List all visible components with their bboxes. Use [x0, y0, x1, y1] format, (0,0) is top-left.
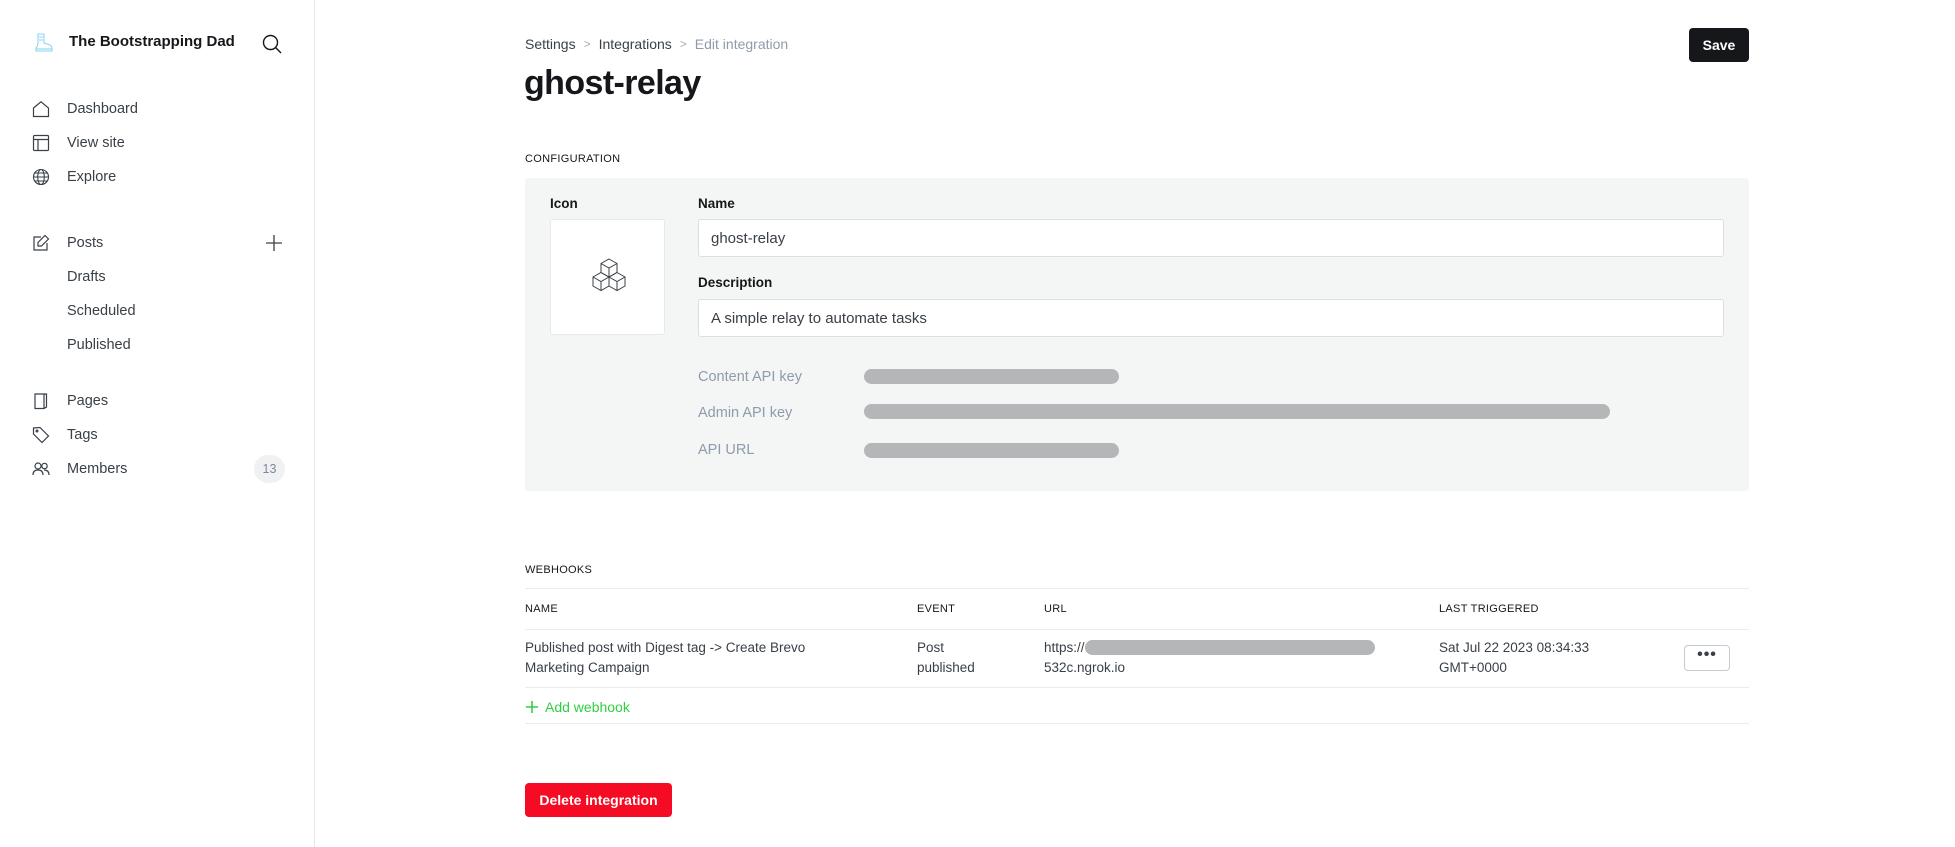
sidebar-item-pages[interactable]: Pages	[32, 387, 287, 415]
description-input[interactable]	[698, 299, 1724, 337]
admin-api-key-label: Admin API key	[698, 405, 793, 421]
name-label: Name	[698, 196, 735, 211]
divider	[525, 723, 1749, 724]
column-header-last-triggered: LAST TRIGGERED	[1439, 603, 1539, 615]
sidebar-item-label: View site	[67, 135, 125, 151]
divider	[525, 629, 1749, 630]
api-url-label: API URL	[698, 442, 755, 458]
admin-api-key-value-redacted[interactable]	[864, 404, 1610, 419]
sidebar-item-label: Explore	[67, 169, 117, 185]
add-webhook-link[interactable]: Add webhook	[525, 696, 630, 718]
column-header-event: EVENT	[917, 603, 956, 615]
sidebar-item-label: Drafts	[67, 269, 106, 285]
breadcrumb-current: Edit integration	[694, 36, 789, 52]
divider	[525, 588, 1749, 589]
page-icon	[34, 393, 48, 410]
tag-icon	[32, 426, 50, 444]
search-icon[interactable]	[261, 33, 283, 55]
plus-icon	[526, 701, 538, 713]
divider	[525, 687, 1749, 688]
sidebar-item-label: Posts	[67, 235, 104, 251]
members-icon	[32, 462, 50, 476]
url-redacted	[1084, 640, 1375, 655]
icon-label: Icon	[550, 196, 578, 211]
sidebar-item-scheduled[interactable]: Scheduled	[32, 297, 287, 325]
integration-icon-upload[interactable]	[550, 219, 665, 335]
content-api-key-value-redacted[interactable]	[864, 369, 1119, 384]
sidebar-item-tags[interactable]: Tags	[32, 421, 287, 449]
sidebar-item-view-site[interactable]: View site	[32, 129, 287, 157]
plus-icon[interactable]	[264, 233, 284, 253]
edit-icon	[33, 234, 50, 251]
sidebar-item-label: Published	[67, 337, 131, 353]
cubes-icon	[592, 258, 626, 292]
sidebar-item-drafts[interactable]: Drafts	[32, 263, 287, 291]
sidebar-item-label: Members	[67, 461, 128, 477]
name-input[interactable]	[698, 219, 1724, 257]
breadcrumb-settings[interactable]: Settings	[525, 36, 576, 52]
members-count-badge: 13	[254, 455, 285, 483]
webhook-event: Post published	[917, 640, 975, 675]
brand[interactable]: The Bootstrapping Dad	[32, 32, 235, 54]
breadcrumb-integrations[interactable]: Integrations	[599, 36, 672, 52]
save-button[interactable]: Save	[1689, 28, 1749, 62]
sidebar-item-label: Scheduled	[67, 303, 136, 319]
sidebar-item-label: Tags	[67, 427, 98, 443]
webhook-last-triggered: Sat Jul 22 2023 08:34:33 GMT+0000	[1439, 640, 1590, 675]
sidebar-item-posts[interactable]: Posts	[32, 229, 252, 257]
chevron-right-icon: >	[583, 37, 591, 51]
more-horizontal-icon: •••	[1697, 646, 1717, 663]
chevron-right-icon: >	[679, 37, 687, 51]
sidebar-item-explore[interactable]: Explore	[32, 163, 287, 191]
webhook-actions-button[interactable]: •••	[1684, 645, 1730, 671]
content-api-key-label: Content API key	[698, 369, 802, 385]
sidebar-item-label: Dashboard	[67, 101, 138, 117]
breadcrumb: Settings > Integrations > Edit integrati…	[525, 36, 788, 52]
configuration-panel: Icon Name Description Content API key Ad…	[525, 178, 1749, 491]
layout-icon	[32, 134, 50, 152]
home-icon	[32, 101, 50, 118]
sidebar-item-label: Pages	[67, 393, 109, 409]
configuration-heading: CONFIGURATION	[525, 153, 621, 165]
sidebar: The Bootstrapping Dad Dashboard View sit…	[0, 0, 315, 847]
add-webhook-label: Add webhook	[545, 699, 630, 715]
delete-integration-button[interactable]: Delete integration	[525, 783, 672, 817]
webhook-name: Published post with Digest tag -> Create…	[525, 640, 806, 675]
page-title: ghost-relay	[524, 64, 701, 102]
sidebar-item-published[interactable]: Published	[32, 331, 287, 359]
webhook-url: https:// 532c.ngrok.io	[1044, 638, 1375, 678]
description-label: Description	[698, 275, 773, 290]
site-title: The Bootstrapping Dad	[69, 33, 235, 50]
column-header-name: NAME	[525, 603, 558, 615]
globe-icon	[32, 168, 50, 186]
boot-icon	[35, 33, 53, 52]
sidebar-item-dashboard[interactable]: Dashboard	[32, 95, 287, 123]
column-header-url: URL	[1044, 603, 1067, 615]
sidebar-item-members[interactable]: Members	[32, 455, 287, 483]
api-url-value-redacted[interactable]	[864, 443, 1119, 458]
webhooks-heading: WEBHOOKS	[525, 564, 593, 576]
